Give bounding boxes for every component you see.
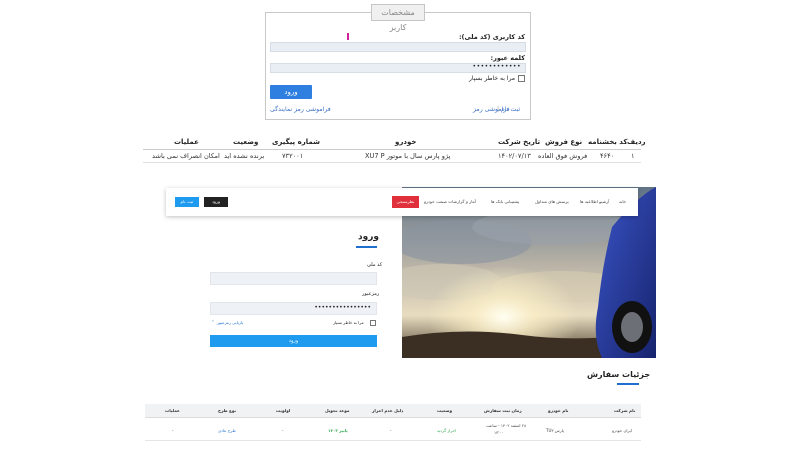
th-tracking: شماره پیگیری	[272, 138, 320, 146]
password-dots-2: ••••••••••••••••	[314, 304, 371, 311]
td-tracking: ۷۳۲۰۰۱	[282, 152, 304, 160]
nav-home[interactable]: خانه	[619, 199, 626, 204]
td-circular: ۴۶۴۰	[600, 152, 615, 160]
th-date: تاریخ شرکت	[498, 138, 541, 146]
th-car: خودرو	[395, 138, 417, 146]
order-title-underline	[617, 383, 639, 385]
th-status: وضعیت	[233, 138, 259, 146]
dd-status: احراز گردید	[437, 428, 457, 433]
chevron-left-icon: ‹	[212, 319, 214, 324]
td-date: ۱۴۰۲/۰۷/۱۳	[498, 152, 531, 160]
password-input-2[interactable]: ••••••••••••••••	[210, 302, 377, 315]
order-details-title: جزئیات سفارش	[587, 370, 651, 379]
table-row-divider	[143, 162, 641, 163]
dh-delivery: موعد تحویل	[325, 408, 350, 413]
details-row-divider	[145, 440, 641, 441]
td-status: برنده نشده اید	[224, 152, 265, 160]
title-underline	[356, 246, 377, 248]
remember-label-2: مرا به خاطر بسپار	[333, 320, 364, 325]
national-code-input-2[interactable]	[210, 272, 377, 285]
th-circular: کد بخشنامه	[588, 138, 628, 146]
survey-button[interactable]: نظرسنجی	[392, 196, 419, 208]
td-car: پژو پارس سال با موتور XU7 P	[365, 152, 451, 160]
nav-announcements[interactable]: آرشیو اطلاعیه ها	[580, 199, 609, 204]
national-code-label: کد کاربری (کد ملی):	[458, 33, 525, 41]
password-label-2: رمزعبور	[362, 291, 380, 297]
remember-label: مرا به خاطر بسپار	[469, 75, 515, 82]
dd-reason: -	[390, 428, 392, 433]
dh-order-time: زمان ثبت سفارش	[484, 408, 522, 413]
login-form-title: ورود	[358, 232, 379, 242]
national-code-label-2: کد ملی	[367, 262, 383, 268]
dd-time-line1: ۲۸ اسفند ۱۴۰۲ - ساعت	[486, 423, 527, 428]
dh-ops: عملیات	[165, 408, 180, 413]
td-row: ۱	[631, 152, 635, 160]
dd-car: پارس TU۳	[546, 428, 564, 433]
th-sale-type: نوع فروش	[545, 138, 583, 146]
login-submit-button[interactable]: ورود	[210, 335, 377, 347]
password-input[interactable]: ••••••••••••	[270, 63, 526, 73]
remember-checkbox-2[interactable]	[370, 320, 376, 326]
dd-company: ایران خودرو	[612, 428, 632, 433]
table-header-divider	[143, 149, 641, 150]
nav-bank-support[interactable]: پشتیبانی بانک ها	[491, 199, 519, 204]
forgot-password-link-2[interactable]: بازیابی رمزعبور	[217, 320, 243, 325]
dh-reason: دلیل عدم احراز	[372, 408, 404, 413]
nav-industry-stats[interactable]: آمار و گزارشات صنعت خودرو	[424, 199, 476, 204]
dh-company: نام شرکت	[614, 408, 636, 413]
dd-delivery: پاییز ۱۴۰۳	[328, 428, 348, 433]
nav-login-button[interactable]: ورود	[204, 197, 228, 207]
text-cursor	[347, 33, 349, 40]
td-ops: امکان انصراف نمی باشد	[152, 152, 220, 160]
password-dots: ••••••••••••	[472, 63, 521, 70]
forgot-agent-password-link[interactable]: فراموشی رمز نمایندگی	[270, 106, 331, 113]
national-code-input[interactable]	[270, 33, 526, 52]
login-button[interactable]: ورود	[270, 85, 312, 99]
dh-car: نام خودرو	[548, 408, 569, 413]
nav-register-button[interactable]: ثبت نام	[175, 197, 199, 207]
password-label: کلمه عبور:	[490, 54, 525, 62]
dd-ops: -	[172, 428, 174, 433]
login-legend: مشخصات کاربر	[371, 4, 425, 32]
dd-plan[interactable]: طرح عادی	[218, 428, 236, 433]
th-ops: عملیات	[174, 138, 199, 146]
dd-time-line2: ۱۳:۰۰	[494, 430, 504, 435]
th-row: ردیف	[627, 138, 646, 146]
forgot-password-link[interactable]: فراموشی رمز	[473, 106, 510, 113]
dh-priority: اولویت	[276, 408, 291, 413]
dh-plan: نوع طرح	[218, 408, 237, 413]
remember-checkbox[interactable]	[518, 75, 525, 82]
dd-priority: -	[282, 428, 284, 433]
td-sale-type: فروش فوق العاده	[538, 152, 588, 160]
nav-faq[interactable]: پرسش های متداول	[535, 199, 569, 204]
dh-status: وضعیت	[437, 408, 453, 413]
